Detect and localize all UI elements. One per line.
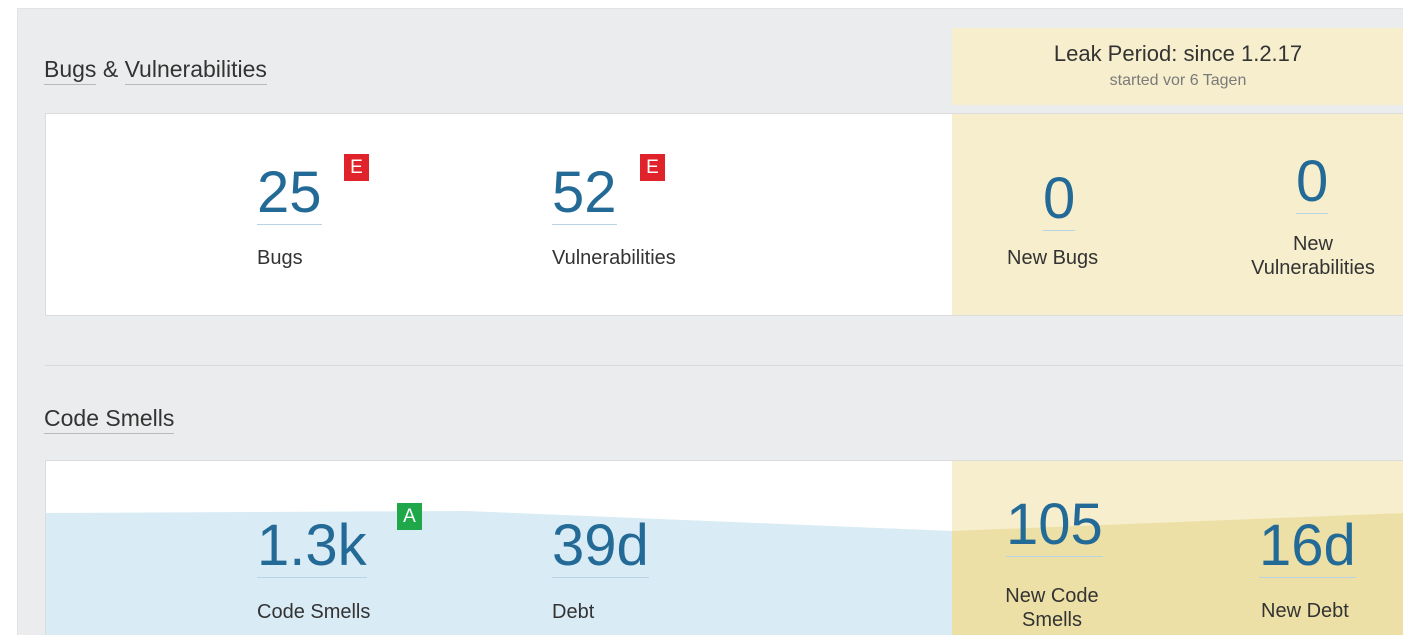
new-code-smells-value[interactable]: 105 xyxy=(1006,496,1103,557)
bugs-value[interactable]: 25 xyxy=(257,164,322,225)
bugs-vulnerabilities-title: Bugs & Vulnerabilities xyxy=(44,56,267,85)
vulnerabilities-label: Vulnerabilities xyxy=(552,247,676,269)
new-debt-label: New Debt xyxy=(1261,600,1349,622)
leak-column-bg xyxy=(952,114,1403,315)
code-smells-rating-badge[interactable]: A xyxy=(397,503,422,530)
code-smells-section-link[interactable]: Code Smells xyxy=(44,405,175,434)
vulnerabilities-value[interactable]: 52 xyxy=(552,164,617,225)
leak-period-title: Leak Period: since 1.2.17 xyxy=(1053,41,1303,66)
code-smells-card: 1.3k A Code Smells 39d Debt 105 New Code… xyxy=(45,460,1403,635)
bugs-rating-badge[interactable]: E xyxy=(344,154,369,181)
vulnerabilities-rating-badge[interactable]: E xyxy=(640,154,665,181)
bugs-section-link[interactable]: Bugs xyxy=(44,56,97,85)
code-smells-title: Code Smells xyxy=(44,405,175,434)
new-code-smells-label-line2: Smells xyxy=(1021,609,1082,631)
technical-debt-area-chart xyxy=(46,511,1403,635)
new-bugs-value[interactable]: 0 xyxy=(1043,170,1076,231)
debt-label: Debt xyxy=(552,601,595,623)
new-vulnerabilities-value[interactable]: 0 xyxy=(1296,153,1329,214)
title-ampersand: & xyxy=(102,56,119,82)
code-smells-value[interactable]: 1.3k xyxy=(257,517,367,578)
new-vulnerabilities-label-line2: Vulnerabilities xyxy=(1251,257,1375,279)
new-vulnerabilities-label-line1: New xyxy=(1292,233,1333,255)
measures-panel: Leak Period: since 1.2.17 started vor 6 … xyxy=(17,8,1403,635)
bugs-label: Bugs xyxy=(257,247,303,269)
new-bugs-label: New Bugs xyxy=(1007,247,1099,269)
debt-trend-area xyxy=(46,511,952,635)
leak-period-header: Leak Period: since 1.2.17 started vor 6 … xyxy=(952,28,1403,105)
code-smells-label: Code Smells xyxy=(257,601,371,623)
bugs-vulnerabilities-card: 25 E Bugs 52 E Vulnerabilities 0 New Bug… xyxy=(45,113,1403,316)
leak-period-subtitle: started vor 6 Tagen xyxy=(1109,72,1247,89)
new-vulnerabilities-label: New Vulnerabilities xyxy=(1238,232,1388,280)
section-divider xyxy=(45,365,1403,366)
debt-value[interactable]: 39d xyxy=(552,517,649,578)
new-code-smells-label-line1: New Code xyxy=(1005,585,1099,607)
new-code-smells-label: New Code Smells xyxy=(992,584,1112,632)
new-debt-value[interactable]: 16d xyxy=(1259,517,1356,578)
vulnerabilities-section-link[interactable]: Vulnerabilities xyxy=(124,56,267,85)
